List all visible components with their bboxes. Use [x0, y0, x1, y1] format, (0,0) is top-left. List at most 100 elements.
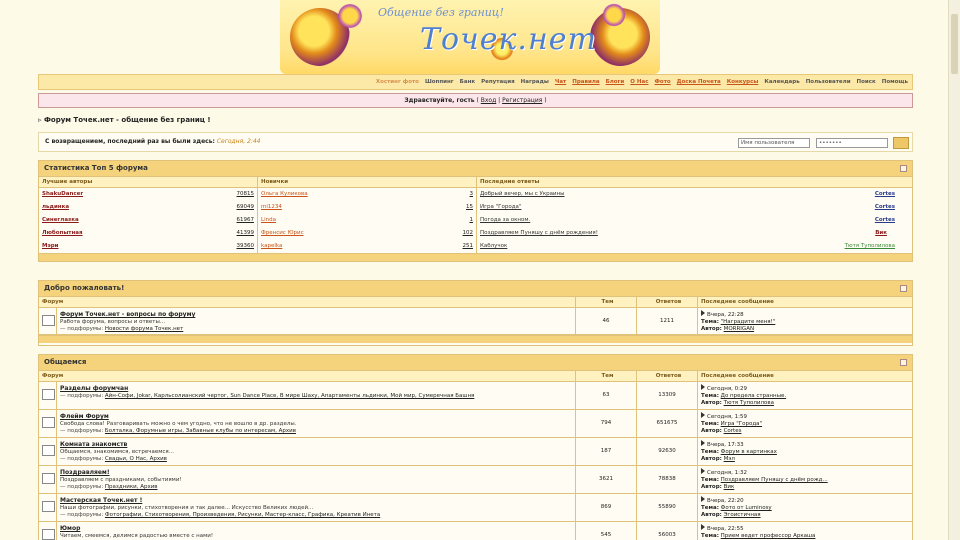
menu-item-users[interactable]: Пользователи: [806, 75, 851, 89]
menu-item-about[interactable]: О Нас: [630, 75, 648, 89]
reply-topic[interactable]: Каблучок: [480, 240, 845, 253]
last-post-topic[interactable]: "Наградите меня!": [721, 319, 776, 325]
menu-item-honor-board[interactable]: Доска Почета: [677, 75, 721, 89]
subforum-links[interactable]: Болталка, Форумные игры, Забавные клубы …: [105, 428, 296, 434]
stats-header: Статистика Топ 5 форума: [39, 161, 912, 177]
author-name[interactable]: ShakuDancer: [42, 188, 234, 201]
arrow-icon[interactable]: [701, 524, 705, 530]
reply-author[interactable]: Cortes: [875, 188, 895, 201]
newbie-name[interactable]: mi1234: [261, 201, 453, 214]
scrollbar-thumb[interactable]: [951, 14, 958, 74]
menu-item-shopping[interactable]: Шоппинг: [425, 75, 454, 89]
author-count[interactable]: 41399: [234, 227, 255, 240]
author-name[interactable]: льдинка: [42, 201, 234, 214]
reply-count: 92630: [637, 438, 698, 465]
author-label: Автор:: [701, 456, 722, 462]
last-post-author[interactable]: MORRIGAN: [724, 326, 754, 332]
last-post-topic[interactable]: Игра "Города": [721, 421, 762, 427]
reply-author[interactable]: Cortes: [875, 214, 895, 227]
newbie-count[interactable]: 102: [453, 227, 474, 240]
author-name[interactable]: Мэри: [42, 240, 234, 253]
author-name[interactable]: Синеглазка: [42, 214, 234, 227]
col-topics: Тем: [576, 297, 637, 307]
menu-item-chat[interactable]: Чат: [555, 75, 566, 89]
arrow-icon[interactable]: [701, 384, 705, 390]
subforum-links[interactable]: Айн-Софи, Jokar, Карльсолианский чертог,…: [105, 393, 474, 399]
forum-status-icon: [39, 522, 57, 540]
last-post-author[interactable]: Вик: [724, 484, 735, 490]
last-post-author[interactable]: Тютя Туполилова: [724, 400, 774, 406]
menu-item-reputation[interactable]: Репутация: [481, 75, 515, 89]
subforum-links[interactable]: Свадьи, О Нас, Архив: [105, 456, 167, 462]
newbie-name[interactable]: Linda: [261, 214, 453, 227]
arrow-icon[interactable]: [701, 440, 705, 446]
newbie-count[interactable]: 1: [453, 214, 474, 227]
subforum-links[interactable]: Новости форума Точек.нет: [105, 326, 183, 332]
subforum-links[interactable]: Фотографии, Стихотворения, Произведения,…: [105, 512, 380, 518]
collapse-toggle-icon[interactable]: [900, 285, 907, 292]
menu-item-bank[interactable]: Банк: [460, 75, 475, 89]
last-post-topic[interactable]: Форум в картинках: [721, 449, 777, 455]
forum-title-link[interactable]: Поздравляем!: [60, 469, 572, 476]
password-input[interactable]: •••••••: [816, 138, 888, 148]
collapse-toggle-icon[interactable]: [900, 359, 907, 366]
arrow-icon[interactable]: [701, 496, 705, 502]
forum-row: Форум Точек.нет - вопросы по форуму Рабо…: [39, 308, 912, 335]
last-post-author[interactable]: Эгоистичная: [724, 512, 761, 518]
last-post-topic[interactable]: До предела странные.: [721, 393, 786, 399]
author-name[interactable]: Любопытная: [42, 227, 234, 240]
reply-topic[interactable]: Добрый вечер, мы с Украины: [480, 188, 875, 201]
last-post-topic[interactable]: Прием ведет профессор Аркаша: [721, 533, 816, 539]
newbie-count[interactable]: 3: [453, 188, 474, 201]
last-post-author[interactable]: Мэл: [724, 456, 735, 462]
site-logo[interactable]: Точек.нет: [420, 22, 597, 57]
forum-title-link[interactable]: Флейм Форум: [60, 413, 572, 420]
menu-item-awards[interactable]: Награды: [521, 75, 549, 89]
forum-title-link[interactable]: Форум Точек.нет - вопросы по форуму: [60, 311, 572, 318]
menu-item-search[interactable]: Поиск: [857, 75, 876, 89]
register-link[interactable]: Регистрация: [502, 97, 542, 104]
menu-item-photo-hosting[interactable]: Хостинг фото: [376, 75, 419, 89]
username-input[interactable]: Имя пользователя: [738, 138, 810, 148]
forum-title-link[interactable]: Разделы форумчан: [60, 385, 572, 392]
author-count[interactable]: 39360: [234, 240, 255, 253]
menu-item-contests[interactable]: Конкурсы: [727, 75, 759, 89]
menu-item-photo[interactable]: Фото: [654, 75, 670, 89]
login-submit-button[interactable]: [893, 137, 909, 149]
newbie-name[interactable]: kapelka: [261, 240, 453, 253]
arrow-icon[interactable]: [701, 310, 705, 316]
forum-title-link[interactable]: Юмор: [60, 525, 572, 532]
menu-item-help[interactable]: Помощь: [882, 75, 908, 89]
collapse-toggle-icon[interactable]: [900, 165, 907, 172]
menu-item-blogs[interactable]: Блоги: [606, 75, 625, 89]
newbie-name[interactable]: Френсис Юрис: [261, 227, 453, 240]
subforum-links[interactable]: Праздники, Архив: [105, 484, 158, 490]
scrollbar[interactable]: [948, 0, 960, 540]
arrow-icon[interactable]: [701, 468, 705, 474]
forum-title-link[interactable]: Комната знакомств: [60, 441, 572, 448]
last-post-topic[interactable]: Фото от Luminosy: [721, 505, 772, 511]
forum-title-link[interactable]: Мастерская Точек.нет !: [60, 497, 572, 504]
menu-item-calendar[interactable]: Календарь: [764, 75, 799, 89]
reply-topic[interactable]: Погода за окном.: [480, 214, 875, 227]
reply-author[interactable]: Тютя Туполилова: [845, 240, 895, 253]
topic-label: Тема:: [701, 449, 719, 455]
author-count[interactable]: 61967: [234, 214, 255, 227]
forum-title-text: Форум Точек.нет - общение без границ !: [43, 116, 211, 124]
login-link[interactable]: Вход: [481, 97, 497, 104]
reply-author[interactable]: Вик: [875, 227, 887, 240]
reply-topic[interactable]: Поздравляем Пуняшу с днём рождения!: [480, 227, 875, 240]
newbie-name[interactable]: Ольга Куликова: [261, 188, 453, 201]
menu-item-rules[interactable]: Правила: [572, 75, 599, 89]
newbie-count[interactable]: 251: [453, 240, 474, 253]
forum-title[interactable]: ▹ Форум Точек.нет - общение без границ !: [38, 116, 211, 124]
last-post-author[interactable]: Cortes: [724, 428, 742, 434]
newbie-count[interactable]: 15: [453, 201, 473, 214]
last-post-topic[interactable]: Поздравляем Пуняшу с днём рожд...: [721, 477, 828, 483]
reply-topic[interactable]: Игра "Города": [480, 201, 875, 214]
reply-author[interactable]: Cortes: [875, 201, 895, 214]
author-count[interactable]: 70815: [234, 188, 255, 201]
arrow-icon[interactable]: [701, 412, 705, 418]
reply-count: 78838: [637, 466, 698, 493]
author-count[interactable]: 69049: [234, 201, 255, 214]
